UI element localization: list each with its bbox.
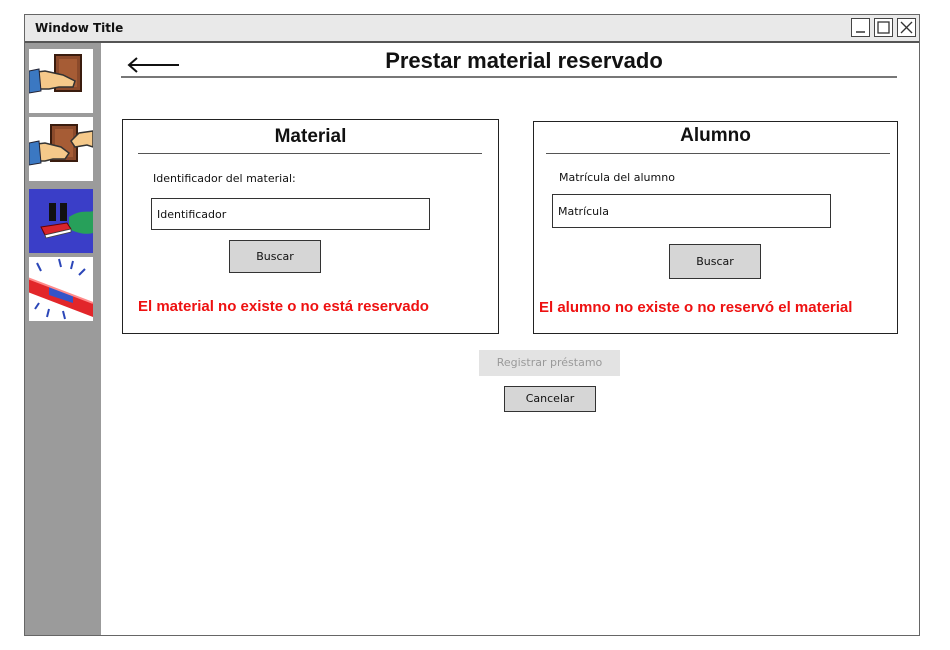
register-loan-button[interactable]: Registrar préstamo (479, 350, 620, 376)
student-panel-title: Alumno (680, 125, 751, 146)
page-title: Prestar material reservado (385, 48, 663, 73)
material-panel: Material Identificador del material: Bus… (122, 119, 499, 334)
cancel-button[interactable]: Cancelar (504, 386, 596, 412)
window-title: Window Title (35, 21, 124, 35)
student-error-message: El alumno no existe o no reservó el mate… (539, 299, 853, 316)
minimize-button[interactable] (851, 18, 870, 37)
close-button[interactable] (897, 18, 916, 37)
maximize-button[interactable] (874, 18, 893, 37)
material-id-input[interactable] (151, 198, 430, 230)
sidebar-item-return[interactable] (29, 117, 93, 181)
material-panel-title: Material (274, 126, 347, 147)
student-panel: Alumno Matrícula del alumno Buscar El al… (533, 121, 898, 334)
sidebar (25, 43, 101, 635)
sidebar-item-lend[interactable] (29, 49, 93, 113)
alert-siren-icon (29, 258, 93, 320)
sidebar-item-alert[interactable] (29, 257, 93, 321)
material-panel-divider (138, 153, 482, 154)
title-bar: Window Title (25, 15, 919, 43)
lend-book-icon (29, 54, 82, 94)
student-panel-divider (546, 153, 890, 154)
student-id-input[interactable] (552, 194, 831, 228)
material-id-label: Identificador del material: (153, 172, 296, 185)
back-arrow-icon[interactable] (125, 55, 181, 75)
main-content: Prestar material reservado Material Iden… (101, 43, 919, 635)
sidebar-item-pause[interactable] (29, 189, 93, 253)
pause-book-icon (40, 203, 93, 239)
maximize-icon (877, 21, 890, 34)
student-id-label: Matrícula del alumno (559, 171, 675, 184)
title-divider (121, 76, 897, 78)
student-search-button[interactable]: Buscar (669, 244, 761, 279)
minimize-icon (856, 31, 865, 33)
material-search-button[interactable]: Buscar (229, 240, 321, 273)
close-icon (900, 21, 913, 34)
material-error-message: El material no existe o no está reservad… (138, 298, 429, 315)
app-window: Window Title Prestar material reservado … (24, 14, 920, 636)
return-book-icon (29, 124, 93, 166)
